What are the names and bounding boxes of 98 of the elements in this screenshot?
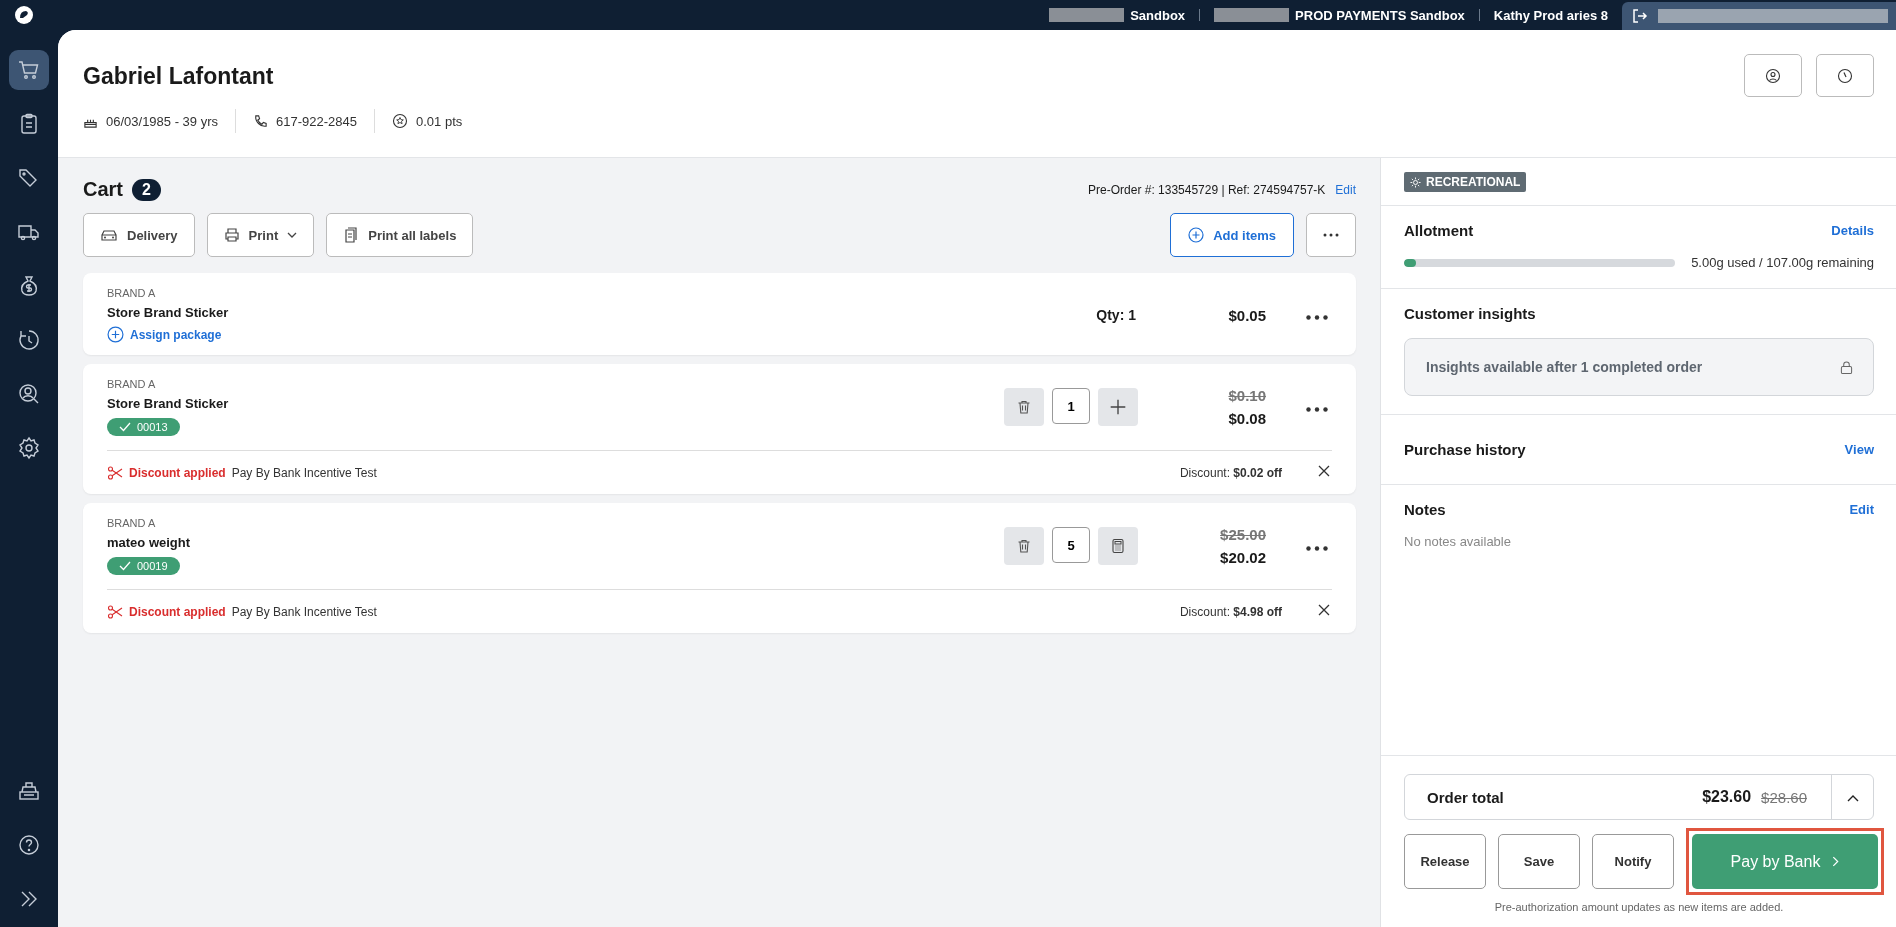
- scissors-icon: [107, 464, 123, 481]
- scissors-icon: [107, 603, 123, 620]
- labels-button[interactable]: Print all labels: [326, 213, 474, 257]
- pre-authorization-note: Pre-authorization amount updates as new items are added.: [1493, 901, 1785, 913]
- insights-message: Insights available after 1 completed order: [1426, 359, 1703, 375]
- brand-name: BRAND A: [107, 378, 156, 390]
- order-action-button[interactable]: Notify: [1592, 834, 1674, 889]
- quantity-input[interactable]: 5: [1052, 527, 1090, 563]
- quantity-input[interactable]: 1: [1052, 388, 1090, 424]
- allotment-reading: 5.00g used / 107.00g remaining: [1691, 255, 1874, 270]
- car-button[interactable]: Delivery: [83, 213, 195, 257]
- original-price: $25.00: [1220, 526, 1266, 543]
- brand-name: BRAND A: [107, 517, 156, 529]
- clock-icon: [1837, 67, 1853, 84]
- allotment-title: Allotment: [1404, 222, 1474, 239]
- profile-button[interactable]: [1744, 54, 1802, 97]
- plus-circle-icon: [107, 326, 124, 343]
- package-tag: 00019: [107, 557, 180, 575]
- notes-empty-text: No notes available: [1404, 534, 1512, 549]
- logout-icon: [1632, 8, 1648, 24]
- cart-count-badge: 2: [132, 178, 161, 201]
- more-icon: [1306, 314, 1328, 320]
- trash-icon: [1016, 538, 1032, 554]
- logout-field[interactable]: [1622, 2, 1896, 30]
- discount-amount: Discount: $4.98 off: [1179, 604, 1282, 619]
- details-link[interactable]: Details: [1831, 223, 1874, 238]
- notes-title: Notes: [1404, 501, 1446, 518]
- add-items-button[interactable]: Add items: [1170, 213, 1294, 257]
- assign-package-link[interactable]: Assign package: [107, 326, 222, 343]
- user-icon: [1765, 67, 1781, 84]
- close-icon: [1318, 465, 1330, 477]
- order-action-button[interactable]: Save: [1498, 834, 1580, 889]
- check-icon: [119, 561, 131, 571]
- discount-name: Pay By Bank Incentive Test: [231, 604, 377, 619]
- edit-notes-link[interactable]: Edit: [1849, 502, 1874, 517]
- printer-icon: [223, 227, 240, 243]
- plus-circle-icon: [1188, 227, 1205, 243]
- birth-date: 06/03/1985 - 39 yrs: [106, 113, 219, 129]
- increase-button[interactable]: [1098, 388, 1138, 426]
- account-name[interactable]: Kathy Prod aries 8: [1493, 7, 1608, 23]
- customer-type-badge: RECREATIONAL: [1404, 172, 1527, 192]
- calculator-icon: [1110, 538, 1126, 554]
- quantity-label: Qty: 1: [1096, 307, 1136, 323]
- sun-icon: [1410, 176, 1421, 188]
- item-price: $0.05: [1228, 306, 1266, 324]
- star-badge-icon: [392, 113, 408, 129]
- logo-icon[interactable]: [12, 3, 36, 27]
- cart-title: Cart: [83, 178, 123, 201]
- view-link[interactable]: View: [1844, 442, 1874, 457]
- plus-icon: [1109, 398, 1127, 416]
- original-total-amount: $28.60: [1761, 788, 1807, 806]
- order-reference: Pre-Order #: 133545729 | Ref: 274594757-K: [1088, 182, 1326, 197]
- account-name[interactable]: PROD PAYMENTS Sandbox: [1295, 7, 1465, 23]
- purchase-history-title: Purchase history: [1404, 441, 1526, 458]
- discount-label: Discount applied: [129, 465, 226, 480]
- documents-icon: [343, 227, 360, 243]
- phone-icon: [253, 113, 269, 129]
- discount-name: Pay By Bank Incentive Test: [231, 465, 377, 480]
- phone-number: 617-922-2845: [276, 113, 357, 129]
- caret-icon: [1846, 793, 1859, 802]
- item-price: $0.08: [1228, 410, 1266, 427]
- delete-button[interactable]: [1004, 527, 1044, 565]
- history-icon: [17, 328, 41, 352]
- account-name[interactable]: Sandbox: [1130, 7, 1186, 23]
- product-name: mateo weight: [107, 535, 191, 550]
- car-icon: [100, 228, 118, 242]
- item-price: $20.02: [1220, 549, 1266, 566]
- product-name: Store Brand Sticker: [107, 396, 229, 411]
- check-icon: [119, 422, 131, 432]
- insights-title: Customer insights: [1404, 305, 1536, 322]
- lock-icon: [1840, 359, 1853, 375]
- chevron-icon: [1832, 856, 1840, 867]
- close-icon: [1318, 604, 1330, 616]
- help-icon: [17, 833, 41, 857]
- more-icon: [1306, 545, 1328, 551]
- discount-amount: Discount: $0.02 off: [1179, 465, 1282, 480]
- order-total-label: Order total: [1427, 788, 1504, 806]
- calculator-button[interactable]: [1098, 527, 1138, 565]
- discount-label: Discount applied: [129, 604, 226, 619]
- more-icon: [1306, 406, 1328, 412]
- edit-link[interactable]: Edit: [1335, 182, 1356, 197]
- product-name: Store Brand Sticker: [107, 305, 229, 320]
- cash-register-icon: [17, 779, 41, 803]
- cart-icon: [17, 58, 41, 82]
- delete-button[interactable]: [1004, 388, 1044, 426]
- brand-name: BRAND A: [107, 287, 156, 299]
- package-tag: 00013: [107, 418, 180, 436]
- original-price: $0.10: [1228, 387, 1266, 404]
- more-icon: [1323, 233, 1339, 237]
- customer-name: Gabriel Lafontant: [83, 63, 275, 90]
- cart-nav-button[interactable]: [9, 50, 49, 90]
- loyalty-points: 0.01 pts: [416, 113, 463, 129]
- trash-icon: [1016, 399, 1032, 415]
- order-action-button[interactable]: Release: [1404, 834, 1486, 889]
- printer-button[interactable]: Print: [206, 213, 315, 257]
- settings-icon: [17, 436, 41, 460]
- user-search-icon: [17, 382, 41, 406]
- order-total-amount: $23.60: [1702, 788, 1752, 806]
